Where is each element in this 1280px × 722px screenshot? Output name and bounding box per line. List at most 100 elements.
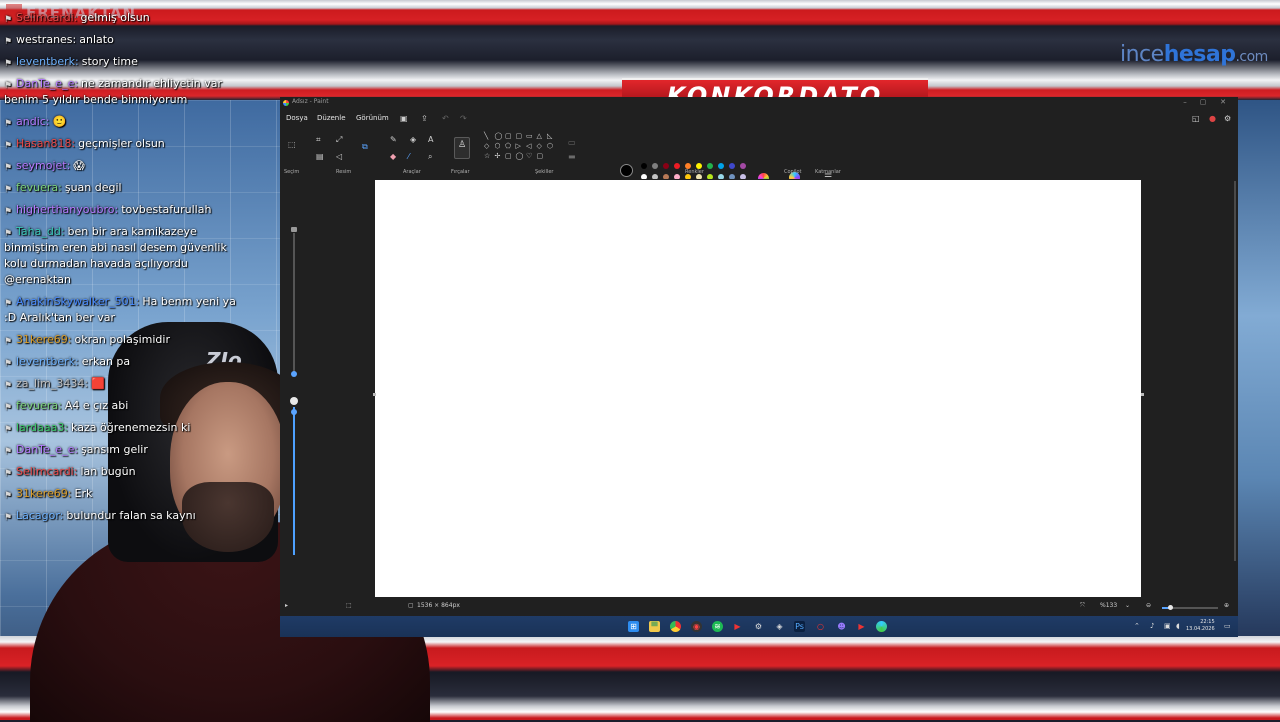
photoshop-icon[interactable]: Ps — [794, 621, 805, 632]
chat-message: ⚑ Selimcardi: lan bugün — [4, 464, 236, 480]
color-picker-icon[interactable]: ⁄ — [408, 153, 409, 161]
color-swatch[interactable] — [674, 163, 680, 169]
zoom-level[interactable]: %133 — [1100, 602, 1117, 609]
shape-option[interactable]: ◯ — [495, 133, 503, 140]
microphone-icon[interactable]: ♪ — [1150, 622, 1154, 630]
zoom-slider-thumb[interactable] — [1168, 605, 1173, 610]
resize-icon[interactable]: ⤢ — [336, 136, 342, 144]
menu-file[interactable]: Dosya — [286, 114, 308, 122]
selection-icon[interactable]: ⬚ — [288, 141, 296, 149]
chrome-icon[interactable] — [670, 621, 681, 632]
zoom-slider[interactable] — [1162, 605, 1218, 610]
minimize-icon[interactable]: – — [1176, 98, 1194, 106]
text-tool-icon[interactable]: A — [428, 136, 433, 144]
rotate-icon[interactable]: ◁ — [336, 153, 342, 161]
sponsor-suffix: .com — [1235, 49, 1268, 65]
shape-option[interactable]: ♡ — [526, 153, 532, 160]
brush-size-slider[interactable] — [291, 227, 297, 377]
shape-outline-icon[interactable]: ▭ — [568, 139, 576, 147]
drawing-canvas[interactable] — [375, 180, 1141, 597]
eraser-icon[interactable]: ◆ — [390, 153, 396, 161]
shape-option[interactable]: ▷ — [516, 143, 521, 150]
canvas-resize-handle-right[interactable] — [1141, 393, 1144, 396]
opera-icon[interactable]: ○ — [815, 621, 826, 632]
shape-option[interactable]: ◯ — [516, 153, 524, 160]
color-swatch[interactable] — [663, 163, 669, 169]
youtube-icon[interactable]: ▶ — [732, 621, 743, 632]
media-player-icon[interactable]: ▶ — [856, 621, 867, 632]
shape-option[interactable]: ⬡ — [495, 143, 501, 150]
zoom-out-icon[interactable]: ⊖ — [1146, 602, 1151, 609]
shape-option[interactable]: ✢ — [495, 153, 501, 160]
shape-option[interactable]: ◇ — [537, 143, 542, 150]
account-icon[interactable]: ● — [1209, 114, 1216, 123]
color-swatch[interactable] — [740, 163, 746, 169]
zoom-in-icon[interactable]: ⊕ — [1224, 602, 1229, 609]
shape-option[interactable]: ⬡ — [547, 143, 553, 150]
brushes-button[interactable]: ♙ — [454, 137, 470, 159]
shape-option[interactable]: ◁ — [526, 143, 531, 150]
color-swatch[interactable] — [652, 163, 658, 169]
chat-username: 31kere69: — [16, 487, 72, 500]
comment-icon[interactable]: ◱ — [1192, 114, 1200, 123]
slider-thumb[interactable] — [291, 371, 297, 377]
menu-view[interactable]: Görünüm — [356, 114, 389, 122]
slider-track — [293, 407, 295, 555]
shape-option[interactable]: ☆ — [484, 153, 490, 160]
pencil-icon[interactable]: ✎ — [390, 136, 397, 144]
chat-username: Selimcardi: — [16, 11, 78, 24]
taskbar-clock[interactable]: 22:15 13.04.2026 — [1186, 619, 1215, 633]
maximize-icon[interactable]: ▢ — [1194, 98, 1212, 106]
menu-edit[interactable]: Düzenle — [317, 114, 346, 122]
shape-option[interactable]: ▢ — [505, 133, 512, 140]
opacity-slider[interactable] — [290, 397, 298, 557]
close-icon[interactable]: ✕ — [1214, 98, 1232, 106]
volume-icon[interactable]: ◖ — [1176, 622, 1180, 630]
spotify-icon[interactable]: ≋ — [712, 621, 723, 632]
fit-to-window-icon[interactable]: ⤧ — [1080, 602, 1085, 610]
shape-option[interactable]: ◺ — [547, 133, 552, 140]
color-swatch[interactable] — [718, 163, 724, 169]
zoom-dropdown-icon[interactable]: ⌄ — [1125, 602, 1130, 609]
chat-message: ⚑ leventberk: story time — [4, 54, 236, 70]
shape-option[interactable]: ▢ — [516, 133, 523, 140]
settings-gear-icon[interactable]: ⚙ — [1224, 114, 1231, 123]
redo-icon[interactable]: ↷ — [460, 114, 467, 123]
vertical-scrollbar[interactable] — [1234, 181, 1236, 561]
notifications-icon[interactable]: ▭ — [1224, 622, 1231, 630]
undo-icon[interactable]: ↶ — [442, 114, 449, 123]
primary-color[interactable] — [620, 164, 633, 177]
chevron-up-icon[interactable]: ⌃ — [1134, 622, 1140, 630]
epic-games-icon[interactable]: ◈ — [774, 621, 785, 632]
color-swatch[interactable] — [707, 163, 713, 169]
remove-background-icon[interactable]: ⧉ — [362, 143, 368, 151]
shape-option[interactable]: ▢ — [537, 153, 544, 160]
edge-icon[interactable] — [876, 621, 887, 632]
file-explorer-icon[interactable]: ▀ — [649, 621, 660, 632]
canvas-resize-handle-left[interactable] — [373, 393, 376, 396]
canvas-workspace — [280, 179, 1238, 599]
start-menu-icon[interactable]: ⊞ — [628, 621, 639, 632]
shape-option[interactable]: ╲ — [484, 133, 488, 140]
shape-option[interactable]: ◇ — [484, 143, 489, 150]
fill-bucket-icon[interactable]: ◈ — [410, 136, 416, 144]
shape-option[interactable]: ▭ — [526, 133, 533, 140]
shape-option[interactable]: △ — [537, 133, 542, 140]
obs-icon[interactable]: ◉ — [691, 621, 702, 632]
title-bar[interactable]: Adsız - Paint – ▢ ✕ — [280, 97, 1238, 109]
slider-thumb[interactable] — [291, 409, 297, 415]
image-icon[interactable]: ▤ — [316, 153, 324, 161]
save-icon[interactable]: ▣ — [400, 114, 408, 123]
shape-fill-icon[interactable]: ▬ — [568, 153, 576, 161]
share-icon[interactable]: ⇪ — [421, 114, 428, 123]
color-swatch[interactable] — [729, 163, 735, 169]
shape-option[interactable]: ▢ — [505, 153, 512, 160]
shape-option[interactable]: ⬠ — [505, 143, 511, 150]
sponsor-bold: hesap — [1163, 42, 1236, 67]
crop-icon[interactable]: ⌗ — [316, 136, 321, 144]
discord-icon[interactable]: ☻ — [836, 621, 847, 632]
network-icon[interactable]: ▣ — [1164, 622, 1171, 630]
color-swatch[interactable] — [641, 163, 647, 169]
steam-icon[interactable]: ⚙ — [753, 621, 764, 632]
magnifier-icon[interactable]: ⌕ — [428, 153, 432, 161]
